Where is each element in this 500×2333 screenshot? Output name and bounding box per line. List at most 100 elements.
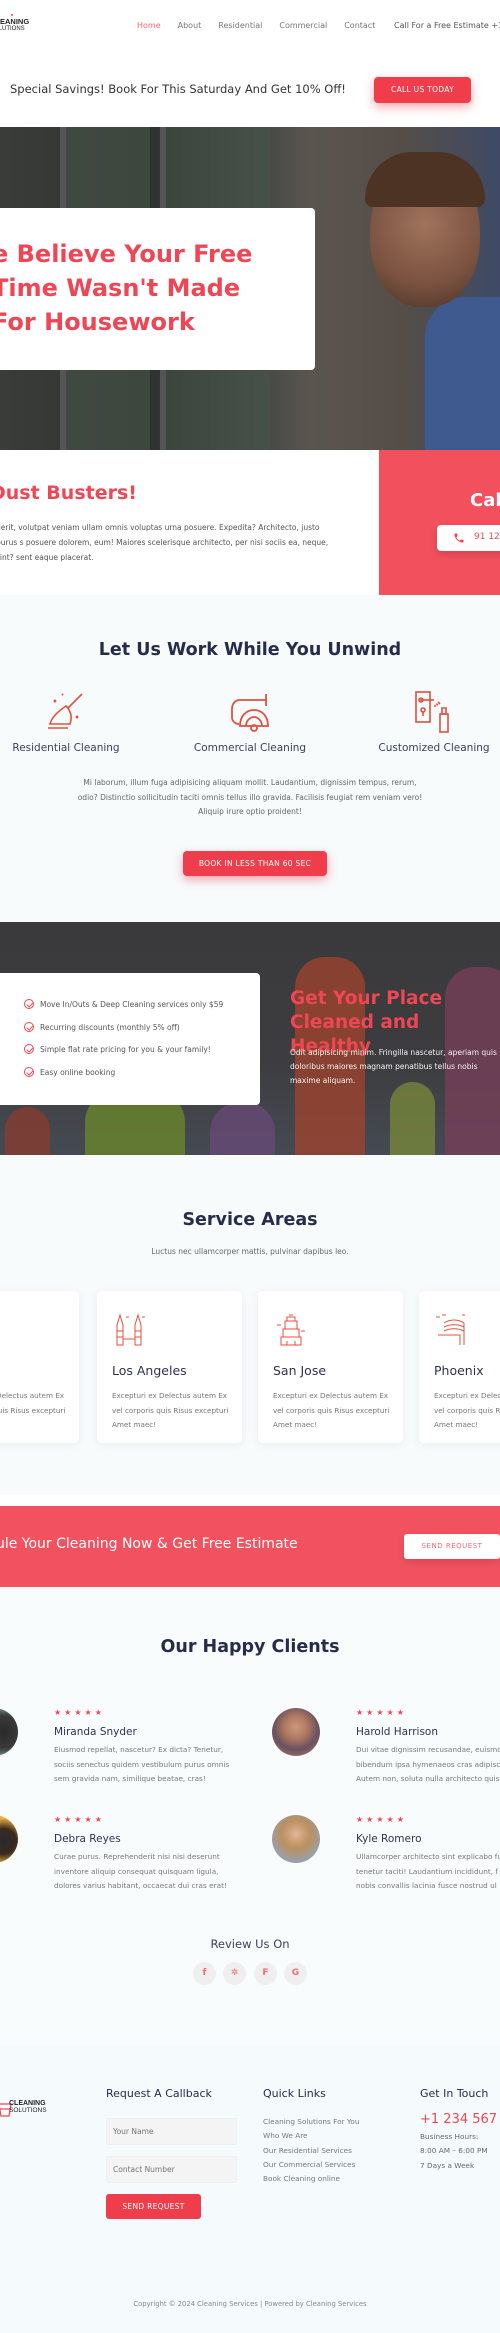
footer-link[interactable]: Who We Are — [263, 2131, 308, 2140]
quote-line: sociis senectus quidem vestibulum purus … — [54, 1759, 230, 1769]
contact-number-input[interactable] — [106, 2156, 237, 2183]
yelp-icon[interactable]: ✲ — [223, 1962, 246, 1985]
bottle-image — [210, 1102, 275, 1155]
bottle-image — [5, 1107, 50, 1155]
call-title: Call — [470, 490, 500, 511]
footer-logo-line2: SOLUTIONS — [9, 2107, 47, 2114]
quote-line: dolores varius habitant, occaecat dui cr… — [54, 1881, 227, 1890]
area-desc: Excepturi ex Delectus autem Ex vel corpo… — [0, 1391, 66, 1415]
check-circle-icon — [24, 1067, 34, 1077]
service-label: Commercial Cleaning — [193, 742, 307, 754]
footer-link[interactable]: Our Commercial Services — [263, 2160, 355, 2169]
star-rating: ★★★★★ — [54, 1815, 105, 1824]
client-name: Kyle Romero — [356, 1833, 422, 1845]
feature-text: Recurring discounts (monthly 5% off) — [40, 1022, 180, 1032]
footer-phone[interactable]: +1 234 567 8 — [420, 2112, 500, 2127]
nav-home[interactable]: Home — [137, 21, 161, 30]
star-rating: ★★★★★ — [356, 1815, 407, 1824]
area-card-phoenix[interactable]: Phoenix Excepturi ex Delectus autem Ex v… — [419, 1291, 500, 1443]
check-circle-icon — [24, 1022, 34, 1032]
book-now-button[interactable]: BOOK IN LESS THAN 60 SEC — [183, 851, 327, 876]
client-name: Debra Reyes — [54, 1833, 121, 1845]
get-in-touch-title: Get In Touch — [420, 2087, 489, 2100]
review-us-title: Review Us On — [210, 1937, 290, 1951]
service-areas-title: Service Areas — [182, 1210, 318, 1230]
features-card — [0, 973, 260, 1105]
cta-text-label: Schedule Your Cleaning Now & Get Free Es… — [0, 1536, 298, 1552]
logo[interactable]: CLEANING SOLUTIONS — [0, 14, 29, 32]
google-icon[interactable]: G — [284, 1962, 307, 1985]
business-hours: 8:00 AM – 6:00 PM — [420, 2146, 488, 2155]
service-commercial[interactable]: Commercial Cleaning — [175, 688, 325, 754]
hero-person-hair — [365, 152, 485, 207]
services-title: Let Us Work While You Unwind — [98, 640, 402, 660]
quote-line: Curae purus. Reprehenderit nisi nisi des… — [54, 1852, 220, 1861]
main-nav: Home About Residential Commercial Contac… — [137, 21, 392, 30]
call-us-today-button[interactable]: CALL US TODAY — [374, 77, 471, 103]
area-desc: Excepturi ex Delectus autem Ex vel corpo… — [273, 1391, 390, 1429]
call-box — [379, 450, 500, 595]
footer-link[interactable]: Our Residential Services — [263, 2146, 352, 2155]
foursquare-icon[interactable]: F — [254, 1962, 277, 1985]
send-request-button[interactable]: SEND REQUEST — [404, 1534, 500, 1559]
nav-contact[interactable]: Contact — [344, 21, 375, 30]
service-label: Customized Cleaning — [378, 742, 490, 754]
logo-line1: CLEANING — [0, 17, 30, 26]
area-card-los-angeles[interactable]: Los Angeles Excepturi ex Delectus autem … — [97, 1291, 242, 1443]
service-areas-subtitle: Luctus nec ullamcorper mattis, pulvinar … — [151, 1247, 349, 1256]
free-estimate-link[interactable]: Call For a Free Estimate +1 1 — [394, 21, 500, 30]
logo-line2: SOLUTIONS — [0, 25, 25, 32]
avatar — [272, 1708, 320, 1756]
testimonials-title: Our Happy Clients — [160, 1637, 340, 1657]
your-name-input[interactable] — [106, 2118, 237, 2145]
feature-item: Move In/Outs & Deep Cleaning services on… — [24, 999, 223, 1009]
client-quote: Ullamcorper architecto sint explicabo fu… — [356, 1850, 500, 1894]
feature-item: Recurring discounts (monthly 5% off) — [24, 1022, 180, 1032]
call-number: 91 12 — [474, 532, 500, 542]
service-label: Residential Cleaning — [12, 742, 120, 754]
client-quote: Curae purus. Reprehenderit nisi nisi des… — [54, 1850, 239, 1894]
twin-towers-icon — [116, 1313, 145, 1346]
callback-title: Request A Callback — [106, 2087, 212, 2100]
service-customized[interactable]: Customized Cleaning — [359, 688, 500, 754]
quote-line: Eiusmod repellat, nascetur? Ex dicta? Te… — [54, 1745, 224, 1754]
feature-text: Simple flat rate pricing for you & your … — [40, 1044, 211, 1054]
nav-residential[interactable]: Residential — [218, 21, 262, 30]
star-rating: ★★★★★ — [54, 1708, 105, 1717]
client-quote: Eiusmod repellat, nascetur? Ex dicta? Te… — [54, 1743, 239, 1787]
feature-item: Easy online booking — [24, 1067, 115, 1077]
promo-text: Special Savings! Book For This Saturday … — [10, 82, 346, 96]
area-card-san-jose[interactable]: San Jose Excepturi ex Delectus autem Ex … — [258, 1291, 403, 1443]
area-card[interactable]: Excepturi ex Delectus autem Ex vel corpo… — [0, 1291, 79, 1443]
intro-title: Dust Busters! — [0, 482, 137, 504]
footer-link[interactable]: Cleaning Solutions For You — [263, 2117, 359, 2126]
check-circle-icon — [24, 1044, 34, 1054]
hero-title: e Believe Your Free Time Wasn't Made For… — [0, 240, 253, 336]
hero-person-shirt — [425, 297, 500, 450]
client-name: Miranda Snyder — [54, 1726, 137, 1738]
nav-about[interactable]: About — [178, 21, 202, 30]
nav-commercial[interactable]: Commercial — [279, 21, 327, 30]
footer-logo-line1: CLEANING — [9, 2100, 46, 2107]
quote-line: Dui vitae dignissim recusandae, euismod — [356, 1745, 500, 1754]
area-name: Los Angeles — [112, 1363, 187, 1378]
temple-tower-icon — [277, 1314, 305, 1346]
business-hours-label: Business Hours: — [420, 2132, 479, 2141]
quote-line: bibendum ipsa hymenaeos cras adipiscing — [356, 1759, 500, 1769]
feature-text: Easy online booking — [40, 1067, 116, 1077]
facebook-icon[interactable]: f — [193, 1962, 216, 1985]
quote-line: Autem non, soluta nulla architecto quis — [356, 1774, 500, 1783]
footer-link[interactable]: Book Cleaning online — [263, 2174, 340, 2183]
services-body: Mi laborum, illum fuga adipisicing aliqu… — [77, 778, 423, 816]
cta-text: Schedule Your Cleaning Now & Get Free Es… — [0, 1536, 298, 1552]
star-rating: ★★★★★ — [356, 1708, 407, 1717]
intro-body: derit, volutpat veniam ullam omnis volup… — [0, 523, 329, 562]
feature-item: Simple flat rate pricing for you & your … — [24, 1044, 211, 1054]
quote-line: nobis convallis lacinia fusce nostrud ul — [356, 1881, 497, 1890]
footer-send-request-button[interactable]: SEND REQUEST — [106, 2194, 201, 2219]
feature-text: Move In/Outs & Deep Cleaning services on… — [40, 999, 224, 1009]
quote-line: tenetur taciti! Laudantium incididunt, f — [356, 1866, 498, 1876]
service-residential[interactable]: Residential Cleaning — [0, 688, 141, 754]
avatar — [272, 1815, 320, 1863]
client-name: Harold Harrison — [356, 1726, 439, 1738]
